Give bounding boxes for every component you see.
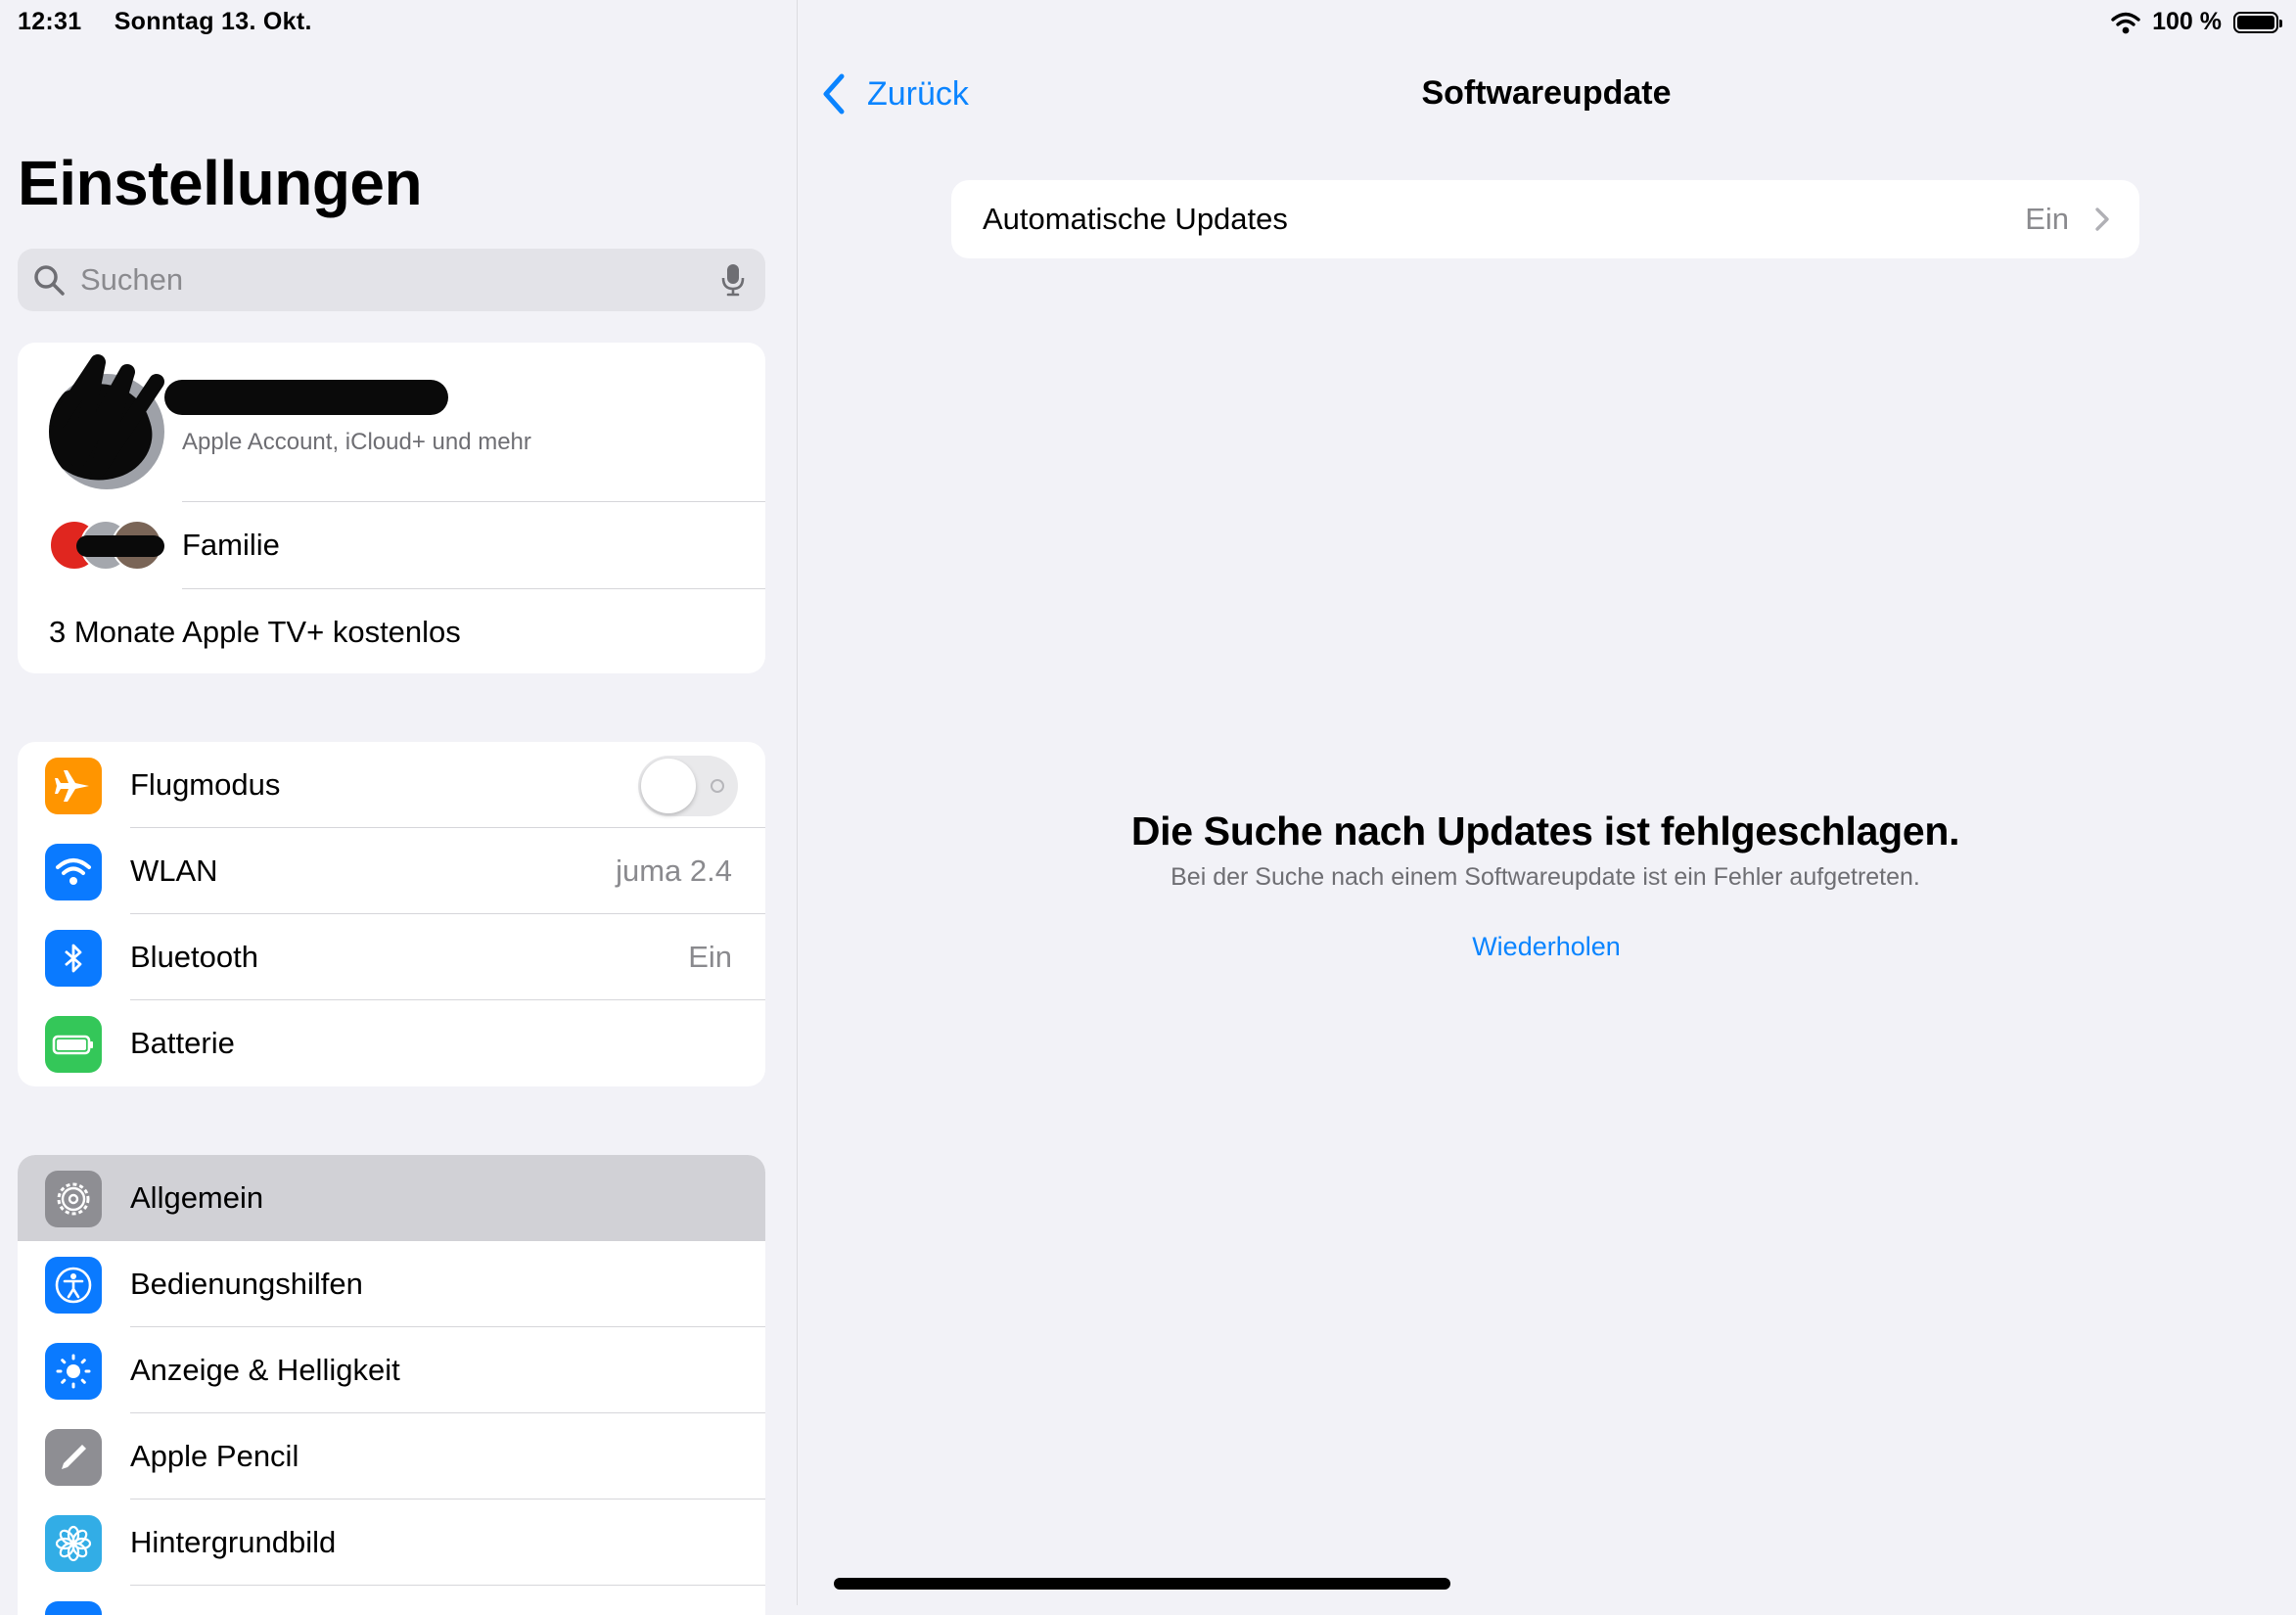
bluetooth-label: Bluetooth xyxy=(130,940,258,974)
sidebar-item-wlan[interactable]: WLAN juma 2.4 xyxy=(18,828,765,914)
wifi-icon xyxy=(45,844,102,900)
pencil-icon xyxy=(45,1429,102,1486)
family-label: Familie xyxy=(182,528,280,562)
automatic-updates-label: Automatische Updates xyxy=(983,202,1288,236)
automatic-updates-row[interactable]: Automatische Updates Ein xyxy=(951,180,2139,258)
status-bar-right: 100 % xyxy=(2111,8,2282,36)
general-card: Allgemein Bedienungshilfen Anzeige & Hel… xyxy=(18,1155,765,1615)
sidebar-item-partial[interactable] xyxy=(18,1586,765,1615)
wlan-label: WLAN xyxy=(130,854,218,888)
page-title: Softwareupdate xyxy=(1421,74,1672,112)
apple-account-row[interactable]: Apple Account, iCloud+ und mehr xyxy=(18,343,765,501)
sidebar-title: Einstellungen xyxy=(18,148,423,218)
bluetooth-value: Ein xyxy=(688,940,732,974)
search-bar[interactable] xyxy=(18,249,765,311)
connectivity-card: Flugmodus WLAN juma 2.4 Bluetooth Ein Ba… xyxy=(18,742,765,1086)
battery-percent: 100 % xyxy=(2152,8,2222,35)
airplane-icon xyxy=(45,758,102,814)
wlan-value: juma 2.4 xyxy=(616,854,732,888)
search-icon xyxy=(34,265,65,296)
back-button[interactable]: Zurück xyxy=(820,72,969,115)
sidebar-item-anzeige[interactable]: Anzeige & Helligkeit xyxy=(18,1327,765,1413)
partial-app-icon xyxy=(45,1601,102,1615)
anzeige-label: Anzeige & Helligkeit xyxy=(130,1353,400,1387)
sidebar-item-flugmodus[interactable]: Flugmodus xyxy=(18,742,765,828)
status-bar-left: 12:31 Sonntag 13. Okt. xyxy=(18,8,338,36)
redaction-scribble xyxy=(51,354,164,478)
settings-sidebar: Einstellungen Apple Account, iCloud+ und… xyxy=(0,0,798,1615)
battery-icon xyxy=(45,1016,102,1073)
name-redaction xyxy=(164,380,448,415)
sidebar-item-bluetooth[interactable]: Bluetooth Ein xyxy=(18,914,765,1000)
family-avatars xyxy=(49,520,164,571)
flugmodus-toggle[interactable] xyxy=(638,756,738,816)
retry-button[interactable]: Wiederholen xyxy=(1351,932,1742,962)
wifi-status-icon xyxy=(2111,12,2140,33)
automatic-updates-value: Ein xyxy=(2025,202,2069,236)
status-time: 12:31 xyxy=(18,8,82,35)
sidebar-item-apple-pencil[interactable]: Apple Pencil xyxy=(18,1413,765,1500)
chevron-right-icon xyxy=(2095,208,2109,231)
battery-status-icon xyxy=(2233,11,2282,33)
microphone-icon[interactable] xyxy=(720,262,746,298)
bedienungshilfen-label: Bedienungshilfen xyxy=(130,1267,363,1301)
error-title: Die Suche nach Updates ist fehlgeschlage… xyxy=(1130,808,1960,854)
search-input[interactable] xyxy=(78,261,709,299)
back-label: Zurück xyxy=(867,74,969,113)
hintergrundbild-label: Hintergrundbild xyxy=(130,1525,337,1559)
allgemein-label: Allgemein xyxy=(130,1180,264,1215)
flugmodus-label: Flugmodus xyxy=(130,767,281,802)
apple-tv-promo-row[interactable]: 3 Monate Apple TV+ kostenlos xyxy=(18,589,765,673)
sidebar-item-hintergrundbild[interactable]: Hintergrundbild xyxy=(18,1500,765,1586)
sidebar-item-batterie[interactable]: Batterie xyxy=(18,1000,765,1086)
accessibility-icon xyxy=(45,1257,102,1314)
promo-label: 3 Monate Apple TV+ kostenlos xyxy=(49,615,461,649)
home-indicator[interactable] xyxy=(834,1578,1450,1590)
account-card: Apple Account, iCloud+ und mehr Familie … xyxy=(18,343,765,673)
chevron-left-icon xyxy=(823,73,845,115)
sidebar-item-bedienungshilfen[interactable]: Bedienungshilfen xyxy=(18,1241,765,1327)
wallpaper-flower-icon xyxy=(45,1515,102,1572)
error-subtitle: Bei der Suche nach einem Softwareupdate … xyxy=(1171,863,1920,891)
apple-pencil-label: Apple Pencil xyxy=(130,1439,299,1473)
bluetooth-icon xyxy=(45,930,102,987)
status-date: Sonntag 13. Okt. xyxy=(114,8,312,35)
gear-icon xyxy=(45,1171,102,1227)
batterie-label: Batterie xyxy=(130,1026,235,1060)
sidebar-item-allgemein[interactable]: Allgemein xyxy=(18,1155,765,1241)
family-row[interactable]: Familie xyxy=(18,502,765,588)
account-subtitle: Apple Account, iCloud+ und mehr xyxy=(182,429,531,455)
brightness-icon xyxy=(45,1343,102,1400)
